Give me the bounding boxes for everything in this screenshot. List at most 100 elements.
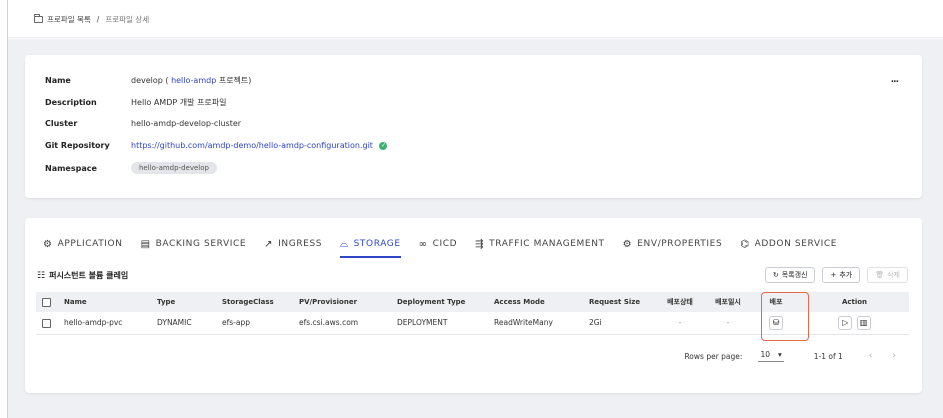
refresh-icon: ↻ <box>772 271 779 279</box>
folder-icon <box>34 14 43 23</box>
info-row-git: Git Repository https://github.com/amdp-d… <box>45 141 388 150</box>
add-label: 추가 <box>839 271 853 279</box>
row-delete-button[interactable]: ▥ <box>856 315 871 330</box>
description-value: Hello AMDP 개발 프로파일 <box>131 98 227 107</box>
row-checkbox[interactable] <box>42 318 51 328</box>
info-row-cluster: Cluster hello-amdp-develop-cluster <box>45 119 241 128</box>
cell-storage-class: efs-app <box>216 312 293 335</box>
table-actions: ↻ 목록갱신 + 추가 🗑 삭제 <box>764 267 908 283</box>
select-all-checkbox[interactable] <box>42 297 51 307</box>
check-circle-icon: ✓ <box>379 141 388 150</box>
tab-label: BACKING SERVICE <box>155 239 247 249</box>
git-label: Git Repository <box>45 141 110 150</box>
project-link[interactable]: hello-amdp <box>171 76 216 85</box>
section-title: 퍼시스턴트 볼륨 클레임 <box>49 271 129 280</box>
tab-label: TRAFFIC MANAGEMENT <box>489 239 605 249</box>
settings-icon: ⚙ <box>622 238 633 250</box>
header-deploy-status: 배포상태 <box>656 292 704 312</box>
infinity-icon: ∞ <box>418 238 428 250</box>
storage-icon: ⌓ <box>340 238 349 250</box>
traffic-icon: ⇶ <box>475 238 485 250</box>
tab-label: INGRESS <box>278 239 323 249</box>
prev-page-icon[interactable]: ‹ <box>869 351 873 361</box>
header-deployment-type[interactable]: Deployment Type <box>391 292 488 312</box>
cell-deploy-time: - <box>704 312 752 335</box>
caret-down-icon: ▾ <box>777 350 782 359</box>
cell-access-mode: ReadWriteMany <box>488 312 583 335</box>
header-name[interactable]: Name <box>58 292 151 312</box>
delete-label: 삭제 <box>887 271 900 279</box>
description-label: Description <box>45 98 97 107</box>
info-row-namespace: Namespace hello-amdp-develop <box>45 162 217 174</box>
breadcrumb-root[interactable]: 프로파일 목록 <box>47 14 91 25</box>
tab-env-properties[interactable]: ⚙ ENV/PROPERTIES <box>623 234 723 254</box>
git-value: https://github.com/amdp-demo/hello-amdp-… <box>131 141 388 150</box>
cell-type: DYNAMIC <box>151 312 216 335</box>
header-select <box>36 292 58 312</box>
name-value: develop ( hello-amdp 프로젝트) <box>131 75 251 86</box>
tab-backing-service[interactable]: ▤ BACKING SERVICE <box>141 234 247 254</box>
page-range: 1-1 of 1 <box>813 351 843 361</box>
tab-application[interactable]: ⚙ APPLICATION <box>43 234 123 254</box>
rows-per-page-label: Rows per page: <box>684 351 743 361</box>
tab-bar: ⚙ APPLICATION ▤ BACKING SERVICE ↗ INGRES… <box>43 234 855 258</box>
breadcrumb-separator: / <box>96 15 100 24</box>
cell-name: hello-amdp-pvc <box>58 312 151 335</box>
row-select <box>36 312 58 335</box>
database-icon: ▤ <box>140 238 151 250</box>
tab-storage[interactable]: ⌓ STORAGE <box>340 234 401 258</box>
profile-info-card: ... Name develop ( hello-amdp 프로젝트) Desc… <box>25 55 922 198</box>
deploy-column-highlight <box>761 292 809 341</box>
rows-per-page-value: 10 <box>760 350 770 359</box>
name-label: Name <box>45 76 71 85</box>
info-row-name: Name develop ( hello-amdp 프로젝트) <box>45 75 251 86</box>
refresh-list-button[interactable]: ↻ 목록갱신 <box>764 267 816 283</box>
addon-icon: ⌬ <box>740 238 750 250</box>
cell-action: ▷ ▥ <box>800 312 909 335</box>
trash-icon: ▥ <box>859 318 868 328</box>
edit-document-icon: ▷ <box>842 318 849 328</box>
edit-button[interactable]: ▷ <box>838 315 853 330</box>
header-storage-class[interactable]: StorageClass <box>216 292 293 312</box>
list-icon: ☷ <box>37 270 46 281</box>
plus-icon: + <box>830 271 837 279</box>
header-type[interactable]: Type <box>151 292 216 312</box>
header-action: Action <box>800 292 909 312</box>
more-icon[interactable]: ... <box>891 75 899 85</box>
cell-provisioner: efs.csi.aws.com <box>293 312 391 335</box>
tab-ingress[interactable]: ↗ INGRESS <box>264 234 322 254</box>
rows-per-page-select[interactable]: 10 ▾ <box>758 350 784 362</box>
tab-label: ADDON SERVICE <box>754 239 838 249</box>
breadcrumb-current: 프로파일 상세 <box>105 15 150 24</box>
refresh-label: 목록갱신 <box>781 271 808 279</box>
gear-icon: ⚙ <box>43 238 53 250</box>
tab-label: STORAGE <box>353 239 401 249</box>
tab-addon-service[interactable]: ⌬ ADDON SERVICE <box>740 234 837 254</box>
tab-label: ENV/PROPERTIES <box>637 239 723 249</box>
git-repository-link[interactable]: https://github.com/amdp-demo/hello-amdp-… <box>131 141 373 150</box>
top-bar: 프로파일 목록 / 프로파일 상세 <box>8 0 943 38</box>
pagination: Rows per page: 10 ▾ 1-1 of 1 ‹ › <box>684 350 896 362</box>
section-header: ☷ 퍼시스턴트 볼륨 클레임 <box>37 270 128 281</box>
cluster-label: Cluster <box>45 119 78 128</box>
cell-request-size: 2Gi <box>583 312 656 335</box>
cell-deploy-status: - <box>656 312 704 335</box>
header-provisioner[interactable]: PV/Provisioner <box>293 292 391 312</box>
namespace-label: Namespace <box>45 163 97 173</box>
next-page-icon[interactable]: › <box>892 351 896 361</box>
add-button[interactable]: + 추가 <box>822 267 861 283</box>
header-deploy-time: 배포일시 <box>704 292 752 312</box>
namespace-chip: hello-amdp-develop <box>131 162 217 174</box>
tab-label: APPLICATION <box>57 239 123 249</box>
name-prefix: develop ( <box>131 76 169 85</box>
header-access-mode[interactable]: Access Mode <box>488 292 583 312</box>
tab-cicd[interactable]: ∞ CICD <box>419 234 458 254</box>
info-row-description: Description Hello AMDP 개발 프로파일 <box>45 97 226 108</box>
header-request-size[interactable]: Request Size <box>583 292 656 312</box>
delete-button[interactable]: 🗑 삭제 <box>867 267 908 283</box>
cluster-value: hello-amdp-develop-cluster <box>131 119 242 128</box>
name-suffix: 프로젝트) <box>218 76 252 85</box>
cell-deployment-type: DEPLOYMENT <box>391 312 488 335</box>
trash-icon: 🗑 <box>875 271 885 279</box>
tab-traffic-management[interactable]: ⇶ TRAFFIC MANAGEMENT <box>475 234 604 254</box>
